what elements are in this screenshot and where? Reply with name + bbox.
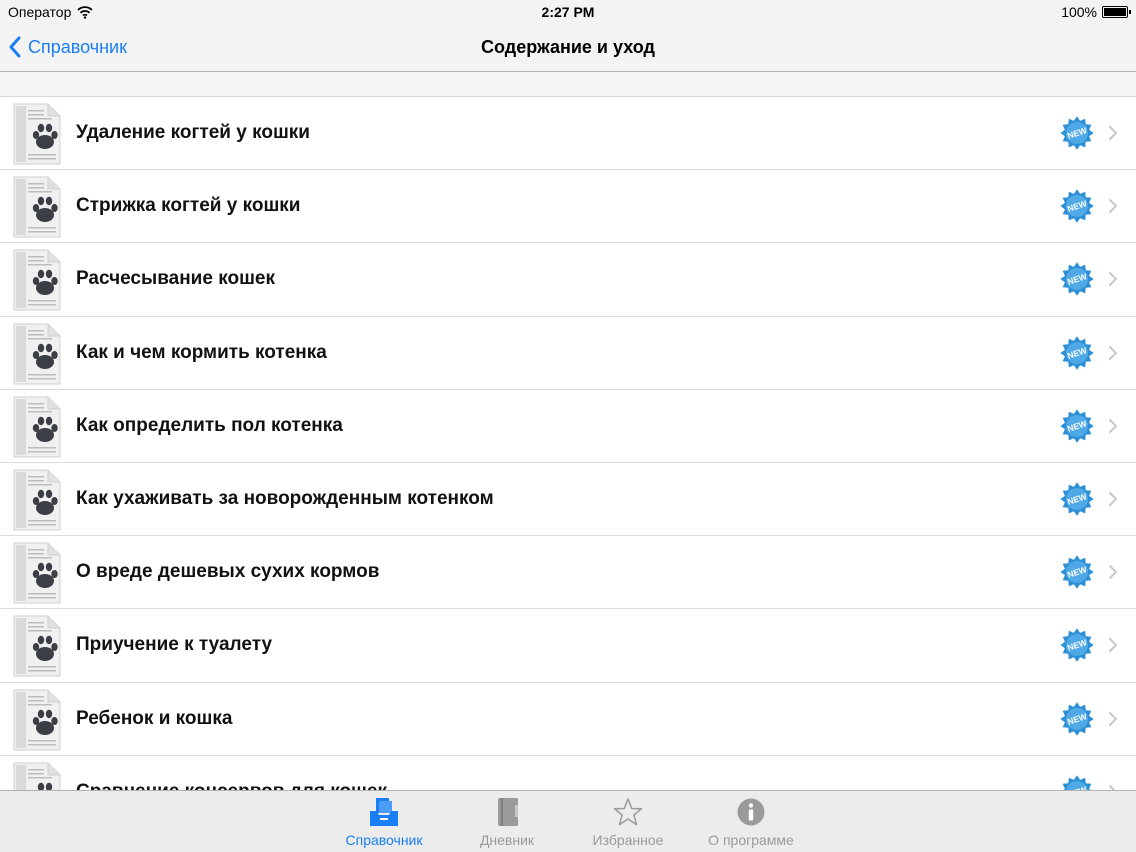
new-badge-icon xyxy=(1058,407,1096,445)
paw-document-icon xyxy=(12,761,62,790)
list-item[interactable]: Сравнение консервов для кошек xyxy=(0,755,1136,790)
chevron-right-icon xyxy=(1108,271,1118,287)
tab-favorites[interactable]: Избранное xyxy=(573,791,683,852)
book-tray-icon xyxy=(370,798,398,826)
list-item-title: Удаление когтей у кошки xyxy=(76,122,310,143)
status-right: 100% xyxy=(1061,4,1131,20)
list-item-title: Стрижка когтей у кошки xyxy=(76,195,301,217)
list-item[interactable]: Приучение к туалету xyxy=(0,609,1136,683)
navigation-bar: Справочник Содержание и уход xyxy=(0,24,1136,72)
new-badge-icon xyxy=(1058,260,1096,298)
list-item-title: Приучение к туалету xyxy=(76,634,273,656)
status-time: 2:27 PM xyxy=(541,4,595,20)
paw-document-icon xyxy=(12,102,62,166)
paw-document-icon xyxy=(12,541,62,605)
paw-document-icon xyxy=(12,322,62,386)
info-icon xyxy=(737,798,765,826)
paw-document-icon xyxy=(12,614,62,678)
list-item[interactable]: Стрижка когтей у кошки xyxy=(0,170,1136,244)
status-bar: Оператор 2:27 PM 100% xyxy=(0,0,1136,24)
list-item[interactable]: Расчесывание кошек xyxy=(0,243,1136,317)
tab-reference[interactable]: Справочник xyxy=(329,791,439,852)
paw-document-icon xyxy=(12,395,62,459)
chevron-right-icon xyxy=(1108,418,1118,434)
chevron-right-icon xyxy=(1108,711,1118,727)
new-badge-icon xyxy=(1058,553,1096,591)
list-item[interactable]: Как определить пол котенка xyxy=(0,389,1136,463)
list-item-title: Сравнение консервов для кошек xyxy=(76,756,387,790)
new-badge-icon xyxy=(1058,334,1096,372)
new-badge-icon xyxy=(1058,626,1096,664)
chevron-right-icon xyxy=(1108,345,1118,361)
chevron-right-icon xyxy=(1108,198,1118,214)
tab-bar: Справочник Дневник Избранное О программе xyxy=(0,790,1136,852)
chevron-right-icon xyxy=(1108,491,1118,507)
list-item-title: Как определить пол котенка xyxy=(76,414,343,436)
tab-about[interactable]: О программе xyxy=(696,791,806,852)
list-item[interactable]: Удаление когтей у кошки xyxy=(0,97,1136,171)
battery-icon xyxy=(1102,6,1131,18)
list-item-title: Как ухаживать за новорожденным котенком xyxy=(76,487,494,509)
new-badge-icon xyxy=(1058,187,1096,225)
new-badge-icon xyxy=(1058,773,1096,790)
list-item[interactable]: О вреде дешевых сухих кормов xyxy=(0,536,1136,610)
new-badge-icon xyxy=(1058,480,1096,518)
paw-document-icon xyxy=(12,248,62,312)
new-badge-icon xyxy=(1058,114,1096,152)
list-item[interactable]: Как и чем кормить котенка xyxy=(0,316,1136,390)
paw-document-icon xyxy=(12,688,62,752)
chevron-right-icon xyxy=(1108,564,1118,580)
paw-document-icon xyxy=(12,468,62,532)
new-badge-icon xyxy=(1058,700,1096,738)
page-title: Содержание и уход xyxy=(481,37,655,57)
chevron-right-icon xyxy=(1108,125,1118,141)
list-item[interactable]: Как ухаживать за новорожденным котенком xyxy=(0,462,1136,537)
tab-diary[interactable]: Дневник xyxy=(452,791,562,852)
battery-label: 100% xyxy=(1061,4,1097,20)
list-item-title: Расчесывание кошек xyxy=(76,268,275,290)
list-item-title: Ребенок и кошка xyxy=(76,707,233,729)
list-item[interactable]: Ребенок и кошка xyxy=(0,682,1136,756)
chevron-right-icon xyxy=(1108,637,1118,653)
star-icon xyxy=(613,798,643,826)
paw-document-icon xyxy=(12,175,62,239)
notebook-icon xyxy=(498,798,518,826)
list-item-title: Как и чем кормить котенка xyxy=(76,341,327,363)
list-item-title: О вреде дешевых сухих кормов xyxy=(76,561,380,583)
article-list: Удаление когтей у кошки Стрижка когтей у… xyxy=(0,96,1136,790)
tab-label: О программе xyxy=(708,832,794,848)
